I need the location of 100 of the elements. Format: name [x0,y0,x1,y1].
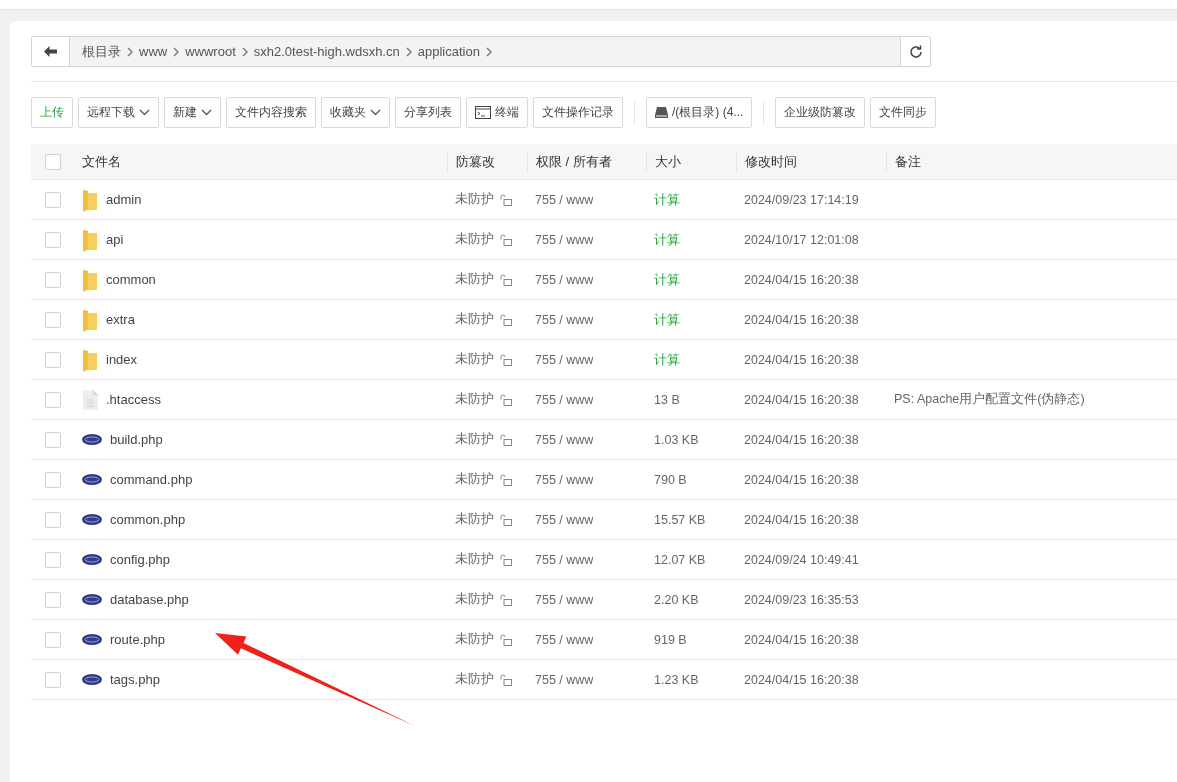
row-checkbox[interactable] [44,511,61,528]
column-header[interactable]: 权限 / 所有者 [527,151,646,172]
protection-status: 未防护 [455,431,494,448]
row-checkbox[interactable] [44,471,61,488]
file-name[interactable]: extra [106,312,135,327]
file-size: 1.03 KB [654,432,699,447]
toolbar-button[interactable]: 收藏夹 [321,97,390,128]
file-size: 790 B [654,472,687,487]
toolbar-button[interactable]: 分享列表 [395,97,461,128]
file-name[interactable]: database.php [110,592,189,607]
modified-time: 2024/04/15 16:20:38 [744,632,859,647]
file-name[interactable]: command.php [110,472,193,487]
breadcrumb-link[interactable]: www [133,44,174,59]
file-name[interactable]: common [106,272,156,287]
unlock-icon[interactable] [500,633,512,646]
modified-time: 2024/04/15 16:20:38 [744,312,859,327]
row-checkbox[interactable] [44,551,61,568]
column-header[interactable]: 大小 [646,151,736,172]
unlock-icon[interactable] [500,553,512,566]
file-name[interactable]: tags.php [110,672,160,687]
unlock-icon[interactable] [500,513,512,526]
toolbar-button[interactable]: 文件操作记录 [533,97,623,128]
row-checkbox[interactable] [44,631,61,648]
permission-owner: 755 / www [535,192,594,207]
breadcrumb-link[interactable]: 根目录 [76,42,127,61]
unlock-icon[interactable] [500,593,512,606]
protection-status: 未防护 [455,311,494,328]
php-file-icon [82,474,102,485]
column-header[interactable]: 防篡改 [447,151,527,172]
row-checkbox[interactable] [44,231,61,248]
breadcrumb-link[interactable]: application [411,44,486,59]
unlock-icon[interactable] [500,193,512,206]
row-checkbox[interactable] [44,391,61,408]
file-size: 2.20 KB [654,592,699,607]
chevron-right-icon [405,46,412,57]
breadcrumb-link[interactable]: sxh2.0test-high.wdsxh.cn [247,44,406,59]
column-header[interactable]: 备注 [886,151,1086,172]
toolbar-button[interactable]: 远程下载 [78,97,159,128]
protection-status: 未防护 [455,231,494,248]
toolbar-button[interactable]: 上传 [31,97,73,128]
chevron-right-icon [127,46,133,57]
breadcrumb-link[interactable]: wwwroot [179,44,242,59]
unlock-icon[interactable] [500,473,512,486]
modified-time: 2024/04/15 16:20:38 [744,352,859,367]
row-checkbox[interactable] [44,671,61,688]
unlock-icon[interactable] [500,353,512,366]
row-checkbox[interactable] [44,351,61,368]
back-button[interactable] [32,37,70,66]
chevron-right-icon [241,46,248,57]
toolbar-button[interactable]: 文件内容搜索 [226,97,316,128]
folder-icon [82,267,98,292]
file-name[interactable]: config.php [110,552,170,567]
unlock-icon[interactable] [500,313,512,326]
file-name[interactable]: route.php [110,632,165,647]
select-all-checkbox[interactable] [44,153,61,170]
protection-status: 未防护 [455,391,494,408]
toolbar-button[interactable]: 新建 [164,97,221,128]
terminal-icon [475,106,491,119]
php-file-icon [82,514,102,525]
permission-owner: 755 / www [535,232,594,247]
protection-status: 未防护 [455,591,494,608]
file-name[interactable]: index [106,352,138,367]
file-name[interactable]: build.php [110,432,163,447]
refresh-button[interactable] [900,37,930,66]
toolbar-button[interactable]: 文件同步 [870,97,937,128]
row-checkbox[interactable] [44,191,61,208]
permission-owner: 755 / www [535,592,594,607]
caret-icon [201,109,212,116]
caret-icon [139,109,150,116]
row-checkbox[interactable] [44,591,61,608]
file-size: 1.23 KB [654,672,699,687]
unlock-icon[interactable] [500,433,512,446]
php-file-icon [82,594,102,605]
chevron-right-icon [485,46,492,57]
row-checkbox[interactable] [44,271,61,288]
toolbar-button[interactable]: 终端 [466,97,528,128]
unlock-icon[interactable] [500,233,512,246]
permission-owner: 755 / www [535,552,594,567]
folder-icon [82,347,98,372]
protection-status: 未防护 [455,671,494,688]
modified-time: 2024/04/15 16:20:38 [744,432,859,447]
php-file-icon [82,634,102,645]
unlock-icon[interactable] [500,673,512,686]
row-checkbox[interactable] [44,311,61,328]
document-icon [82,389,98,410]
column-header[interactable]: 文件名 [74,151,447,172]
toolbar-button[interactable]: 企业级防篡改 [775,97,866,128]
modified-time: 2024/04/15 16:20:38 [744,472,859,487]
column-header[interactable]: 修改时间 [736,151,886,172]
row-checkbox[interactable] [44,431,61,448]
unlock-icon[interactable] [500,393,512,406]
file-name[interactable]: api [106,232,124,247]
hard-drive-icon [655,106,668,119]
toolbar-button[interactable]: /(根目录) (4... [646,97,753,128]
unlock-icon[interactable] [500,273,512,286]
file-name[interactable]: admin [106,192,142,207]
file-name[interactable]: .htaccess [106,392,161,407]
caret-icon [370,109,381,116]
file-name[interactable]: common.php [110,512,186,527]
file-size: 13 B [654,392,680,407]
